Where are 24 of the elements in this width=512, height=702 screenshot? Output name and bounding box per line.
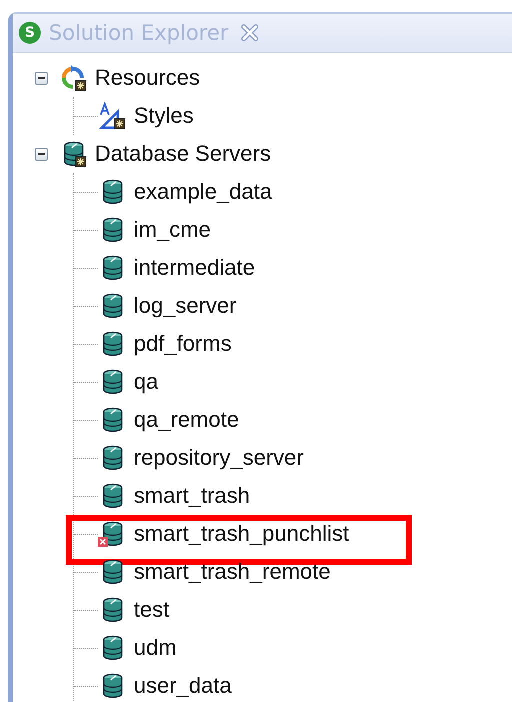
tree-item[interactable]: Resources xyxy=(95,65,200,91)
tree-item[interactable]: test xyxy=(134,597,170,623)
style-icon xyxy=(98,102,126,130)
cycle-icon xyxy=(59,64,87,92)
tree-item[interactable]: intermediate xyxy=(134,255,256,281)
tree-item[interactable]: user_data xyxy=(134,673,232,699)
tree-item[interactable]: log_server xyxy=(134,293,237,319)
tree-item[interactable]: udm xyxy=(134,635,177,661)
tree-item[interactable]: repository_server xyxy=(134,445,304,471)
panel-title: Solution Explorer xyxy=(49,21,229,45)
collapse-icon[interactable] xyxy=(35,148,48,160)
tree-item[interactable]: qa_remote xyxy=(134,407,240,433)
close-icon[interactable] xyxy=(240,24,259,42)
tree-item[interactable]: qa xyxy=(134,369,158,395)
tree-item[interactable]: im_cme xyxy=(134,217,212,243)
tree-item[interactable]: smart_trash xyxy=(134,483,250,509)
logo-icon: S xyxy=(19,22,41,44)
collapse-icon[interactable] xyxy=(35,72,48,84)
tree-item[interactable]: pdf_forms xyxy=(134,331,232,357)
tree-item[interactable]: smart_trash_remote xyxy=(134,559,331,585)
tree-item[interactable]: smart_trash_punchlist xyxy=(134,521,350,547)
tree-item[interactable]: Styles xyxy=(134,103,194,129)
tree-item[interactable]: example_data xyxy=(134,179,272,205)
tree-item[interactable]: Database Servers xyxy=(95,141,272,167)
